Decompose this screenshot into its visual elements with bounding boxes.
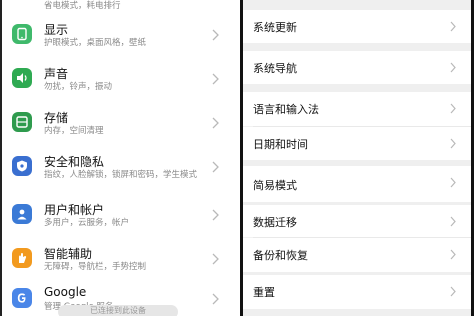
users-subtitle: 多用户，云服务，帐户: [44, 218, 130, 228]
simple-mode-title: 简易模式: [253, 179, 297, 192]
chevron-right-icon: [212, 293, 219, 305]
list-item-date-time[interactable]: 日期和时间: [243, 127, 471, 160]
chevron-right-icon: [212, 209, 219, 221]
chevron-right-icon: [450, 216, 456, 227]
google-icon: [12, 288, 32, 308]
chevron-right-icon: [450, 21, 456, 32]
system-update-title: 系统更新: [253, 21, 297, 34]
list-item-backup-restore[interactable]: 备份和恢复: [243, 238, 471, 272]
storage-icon: [12, 112, 32, 132]
security-subtitle: 指纹，人脸解锁，锁屏和密码，学生模式: [44, 170, 198, 180]
list-item-storage[interactable]: 存储 内存，空间清理: [2, 102, 234, 146]
list-item-data-migration[interactable]: 数据迁移: [243, 205, 471, 237]
user-icon: [12, 204, 32, 224]
chevron-right-icon: [450, 138, 456, 149]
chevron-right-icon: [212, 29, 219, 41]
storage-subtitle: 内存，空间清理: [44, 126, 104, 136]
list-item-battery-partial[interactable]: 省电模式，耗电排行: [2, 0, 234, 14]
chevron-right-icon: [212, 73, 219, 85]
language-input-title: 语言和输入法: [253, 103, 319, 116]
list-item-simple-mode[interactable]: 简易模式: [243, 166, 471, 202]
chevron-right-icon: [450, 286, 456, 297]
display-icon: [12, 24, 32, 44]
section-gap: [243, 0, 471, 10]
security-title: 安全和隐私: [44, 155, 105, 169]
sound-title: 声音: [44, 67, 69, 81]
list-item-security[interactable]: 安全和隐私 指纹，人脸解锁，锁屏和密码，学生模式: [2, 146, 234, 194]
section-gap: [243, 43, 471, 51]
battery-subtitle: 省电模式，耗电排行: [44, 1, 121, 11]
smart-assist-subtitle: 无障碍，导航栏，手势控制: [44, 262, 147, 272]
sound-subtitle: 勿扰，铃声，振动: [44, 82, 113, 92]
hand-icon: [12, 248, 32, 268]
list-item-language-input[interactable]: 语言和输入法: [243, 92, 471, 126]
list-item-system-update[interactable]: 系统更新: [243, 10, 471, 43]
storage-title: 存储: [44, 111, 69, 125]
chevron-right-icon: [450, 62, 456, 73]
reset-title: 重置: [253, 286, 275, 299]
list-item-system-navigation[interactable]: 系统导航: [243, 51, 471, 84]
sound-icon: [12, 68, 32, 88]
display-title: 显示: [44, 23, 69, 37]
list-item-reset[interactable]: 重置: [243, 275, 471, 309]
list-item-sound[interactable]: 声音 勿扰，铃声，振动: [2, 58, 234, 102]
section-gap: [243, 84, 471, 92]
chevron-right-icon: [212, 253, 219, 265]
system-navigation-title: 系统导航: [253, 62, 297, 75]
backup-restore-title: 备份和恢复: [253, 249, 308, 262]
display-subtitle: 护眼模式，桌面风格，壁纸: [44, 38, 147, 48]
chevron-right-icon: [450, 177, 456, 188]
settings-list-right: 系统更新 系统导航 语言和输入法 日期和时间 简易模式 数据迁移 备份和恢复 重…: [240, 0, 474, 316]
list-item-display[interactable]: 显示 护眼模式，桌面风格，壁纸: [2, 14, 234, 58]
list-item-users[interactable]: 用户和帐户 多用户，云服务，帐户: [2, 194, 234, 238]
data-migration-title: 数据迁移: [253, 216, 297, 229]
toast-message: 已连接到此设备: [58, 305, 178, 316]
section-gap: [243, 309, 471, 316]
chevron-right-icon: [450, 249, 456, 260]
settings-list-left: 省电模式，耗电排行 显示 护眼模式，桌面风格，壁纸 声音 勿扰，铃声，振动 存储…: [0, 0, 234, 316]
users-title: 用户和帐户: [44, 203, 105, 217]
chevron-right-icon: [212, 117, 219, 129]
date-time-title: 日期和时间: [253, 138, 308, 151]
shield-icon: [12, 156, 32, 176]
google-title: Google: [44, 285, 87, 299]
chevron-right-icon: [212, 161, 219, 173]
list-item-smart-assist[interactable]: 智能辅助 无障碍，导航栏，手势控制: [2, 238, 234, 282]
smart-assist-title: 智能辅助: [44, 247, 93, 261]
chevron-right-icon: [450, 103, 456, 114]
